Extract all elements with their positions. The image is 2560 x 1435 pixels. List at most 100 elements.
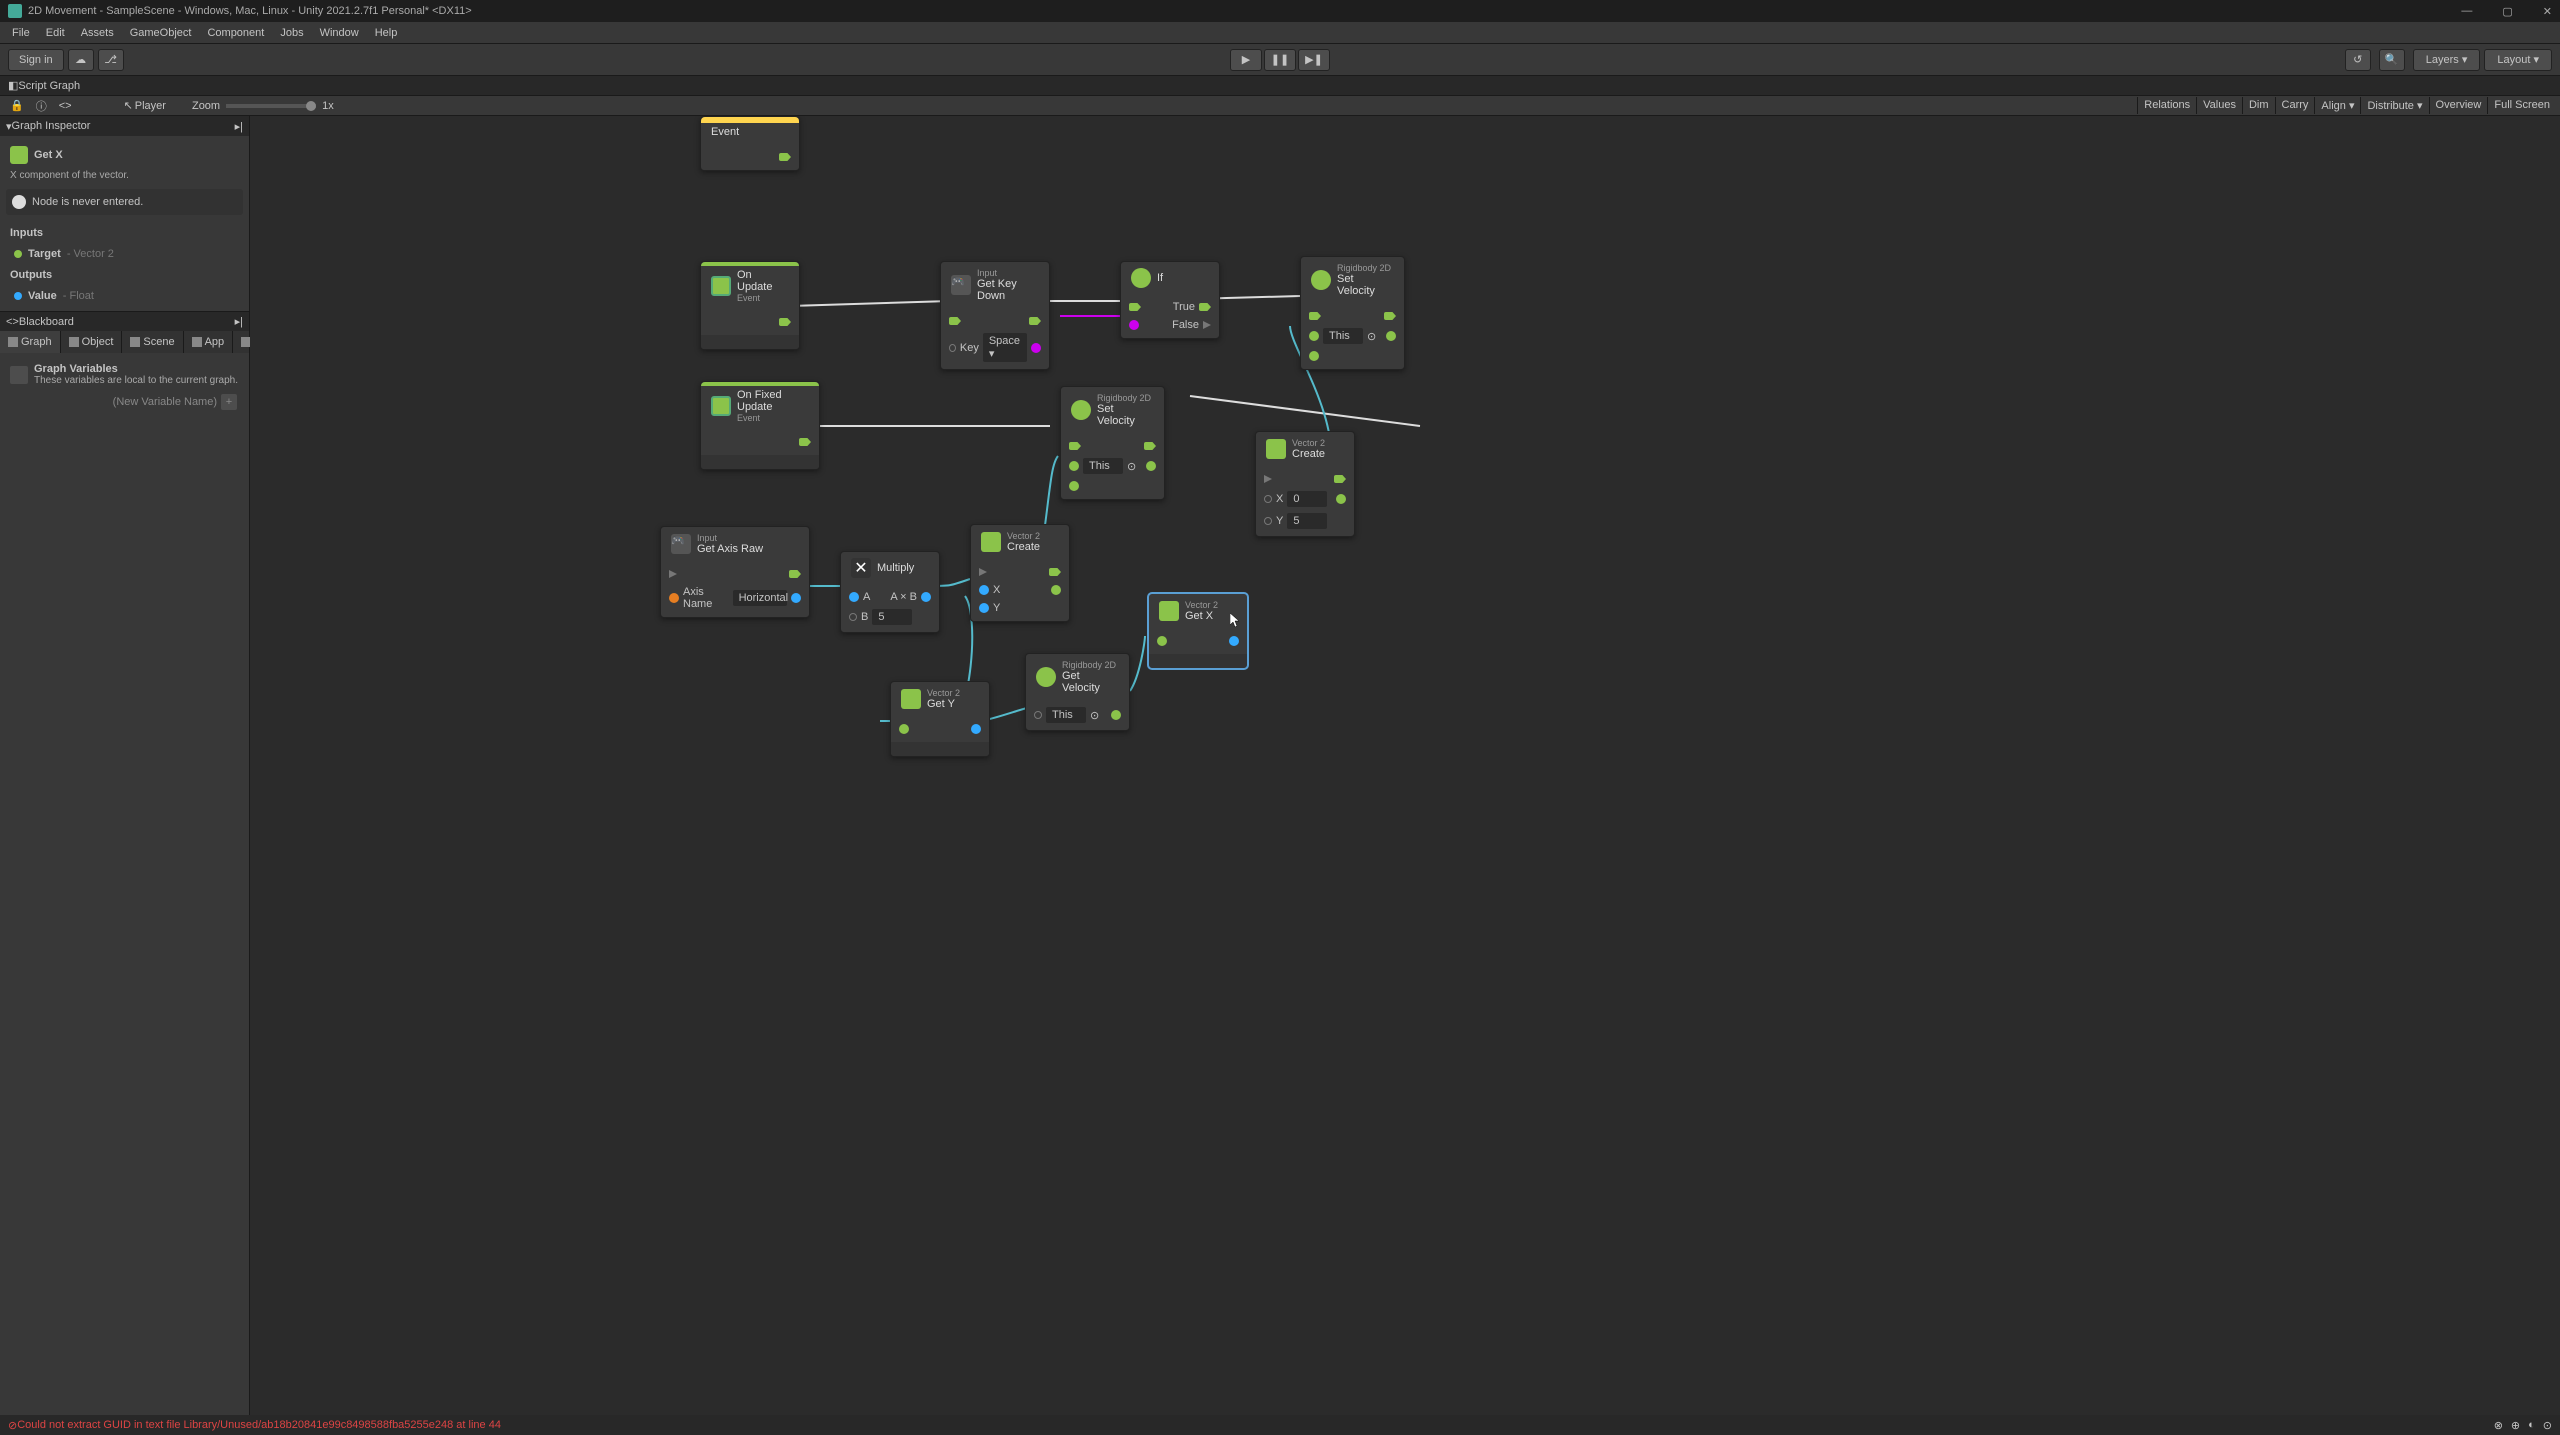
cloud-icon[interactable]: ☁	[68, 49, 94, 71]
menu-gameobject[interactable]: GameObject	[122, 25, 200, 41]
vec-in-port[interactable]	[899, 724, 909, 734]
target-in-port[interactable]	[1309, 331, 1319, 341]
node-set-velocity-1[interactable]: Rigidbody 2D Set Velocity This⊙	[1300, 256, 1405, 370]
tool-distribute[interactable]: Distribute ▾	[2360, 97, 2428, 114]
bb-tab-scene[interactable]: Scene	[122, 331, 183, 353]
flow-in-port[interactable]	[979, 568, 987, 576]
layers-dropdown[interactable]: Layers ▾	[2413, 49, 2481, 71]
menu-window[interactable]: Window	[312, 25, 367, 41]
menu-assets[interactable]: Assets	[73, 25, 122, 41]
node-get-x[interactable]: Vector 2 Get X	[1148, 593, 1248, 669]
menu-edit[interactable]: Edit	[38, 25, 73, 41]
result-out-port[interactable]	[921, 592, 931, 602]
status-icon-1[interactable]: ⊗	[2494, 1419, 2503, 1432]
flow-out-port[interactable]	[779, 318, 791, 326]
undo-history-icon[interactable]: ↺	[2345, 49, 2371, 71]
vec-out-port[interactable]	[1111, 710, 1121, 720]
node-on-start[interactable]: Event	[700, 116, 800, 171]
y-in-port[interactable]	[1264, 517, 1272, 525]
flow-in-port[interactable]	[669, 570, 677, 578]
close-icon[interactable]: ✕	[2543, 5, 2552, 18]
x-in-port[interactable]	[1264, 495, 1272, 503]
node-set-velocity-2[interactable]: Rigidbody 2D Set Velocity This⊙	[1060, 386, 1165, 500]
axis-in-port[interactable]	[669, 593, 679, 603]
vec-in-port[interactable]	[1157, 636, 1167, 646]
flow-out-port[interactable]	[779, 153, 791, 161]
tool-relations[interactable]: Relations	[2137, 97, 2196, 114]
play-button[interactable]: ▶	[1230, 49, 1262, 71]
graph-inspector-header[interactable]: ▾ Graph Inspector ▸|	[0, 116, 249, 136]
node-get-axis-raw[interactable]: 🎮 Input Get Axis Raw Axis NameHorizontal	[660, 526, 810, 618]
node-get-velocity[interactable]: Rigidbody 2D Get Velocity This⊙	[1025, 653, 1130, 731]
flow-out-port[interactable]	[1029, 317, 1041, 325]
bb-tab-graph[interactable]: Graph	[0, 331, 61, 353]
b-in-port[interactable]	[849, 613, 857, 621]
vec-in-port[interactable]	[1069, 481, 1079, 491]
key-in-port[interactable]	[949, 344, 956, 352]
pause-button[interactable]: ❚❚	[1264, 49, 1296, 71]
add-variable-button[interactable]: +	[221, 394, 237, 410]
node-vec2-create-2[interactable]: Vector 2 Create X Y	[970, 524, 1070, 622]
status-icon-2[interactable]: ⊕	[2511, 1419, 2520, 1432]
x-in-port[interactable]	[979, 585, 989, 595]
menu-help[interactable]: Help	[367, 25, 406, 41]
node-vec2-create-1[interactable]: Vector 2 Create X0 Y5	[1255, 431, 1355, 537]
script-graph-tab[interactable]: ◧ Script Graph	[0, 76, 2560, 96]
node-get-key-down[interactable]: 🎮 Input Get Key Down Key Space ▾	[940, 261, 1050, 370]
flow-out-port[interactable]	[789, 570, 801, 578]
info-icon[interactable]: ⓘ	[30, 96, 53, 116]
blackboard-collapse-icon[interactable]: ▸|	[235, 315, 243, 328]
node-on-update[interactable]: On Update Event	[700, 261, 800, 350]
float-out-port[interactable]	[971, 724, 981, 734]
flow-out-port[interactable]	[1144, 442, 1156, 450]
tool-fullscreen[interactable]: Full Screen	[2487, 97, 2556, 114]
tool-align[interactable]: Align ▾	[2314, 97, 2360, 114]
node-on-fixed-update[interactable]: On Fixed Update Event	[700, 381, 820, 470]
error-message[interactable]: Could not extract GUID in text file Libr…	[17, 1419, 501, 1431]
flow-in-port[interactable]	[1069, 442, 1081, 450]
key-value-field[interactable]: Space ▾	[983, 333, 1027, 362]
tool-values[interactable]: Values	[2196, 97, 2242, 114]
float-out-port[interactable]	[1229, 636, 1239, 646]
minimize-icon[interactable]: —	[2461, 5, 2472, 18]
y-in-port[interactable]	[979, 603, 989, 613]
flow-out-port[interactable]	[1049, 568, 1061, 576]
flow-in-port[interactable]	[949, 317, 961, 325]
vec-in-port[interactable]	[1309, 351, 1319, 361]
status-icon-3[interactable]: ◐	[2528, 1419, 2535, 1432]
vec-out-port[interactable]	[1336, 494, 1346, 504]
graph-canvas[interactable]: Event On Update Event �	[250, 116, 2560, 1435]
flow-in-port[interactable]	[1309, 312, 1321, 320]
flow-out-port[interactable]	[799, 438, 811, 446]
bb-tab-object[interactable]: Object	[61, 331, 123, 353]
vec-out-port[interactable]	[1386, 331, 1396, 341]
tool-dim[interactable]: Dim	[2242, 97, 2275, 114]
menu-file[interactable]: File	[4, 25, 38, 41]
node-if[interactable]: If True False	[1120, 261, 1220, 339]
zoom-slider[interactable]	[226, 104, 316, 108]
player-breadcrumb[interactable]: ↖ Player	[118, 97, 172, 114]
blackboard-header[interactable]: <> Blackboard ▸|	[0, 311, 249, 331]
a-in-port[interactable]	[849, 592, 859, 602]
search-icon[interactable]: 🔍	[2379, 49, 2405, 71]
false-out-port[interactable]	[1203, 321, 1211, 329]
bool-out-port[interactable]	[1031, 343, 1041, 353]
flow-out-port[interactable]	[1334, 475, 1346, 483]
bb-tab-app[interactable]: App	[184, 331, 234, 353]
true-out-port[interactable]	[1199, 303, 1211, 311]
code-icon[interactable]: <>	[53, 98, 78, 114]
node-get-y[interactable]: Vector 2 Get Y	[890, 681, 990, 757]
flow-out-port[interactable]	[1384, 312, 1396, 320]
version-control-icon[interactable]: ⎇	[98, 49, 124, 71]
layout-dropdown[interactable]: Layout ▾	[2484, 49, 2552, 71]
vec-out-port[interactable]	[1051, 585, 1061, 595]
target-in-port[interactable]	[1034, 711, 1042, 719]
menu-jobs[interactable]: Jobs	[272, 25, 311, 41]
signin-button[interactable]: Sign in	[8, 49, 64, 71]
lock-icon[interactable]: 🔒	[4, 97, 30, 114]
float-out-port[interactable]	[791, 593, 801, 603]
step-button[interactable]: ▶❚	[1298, 49, 1330, 71]
menu-component[interactable]: Component	[199, 25, 272, 41]
flow-in-port[interactable]	[1129, 303, 1141, 311]
node-multiply[interactable]: ✕ Multiply A A × B B5	[840, 551, 940, 633]
